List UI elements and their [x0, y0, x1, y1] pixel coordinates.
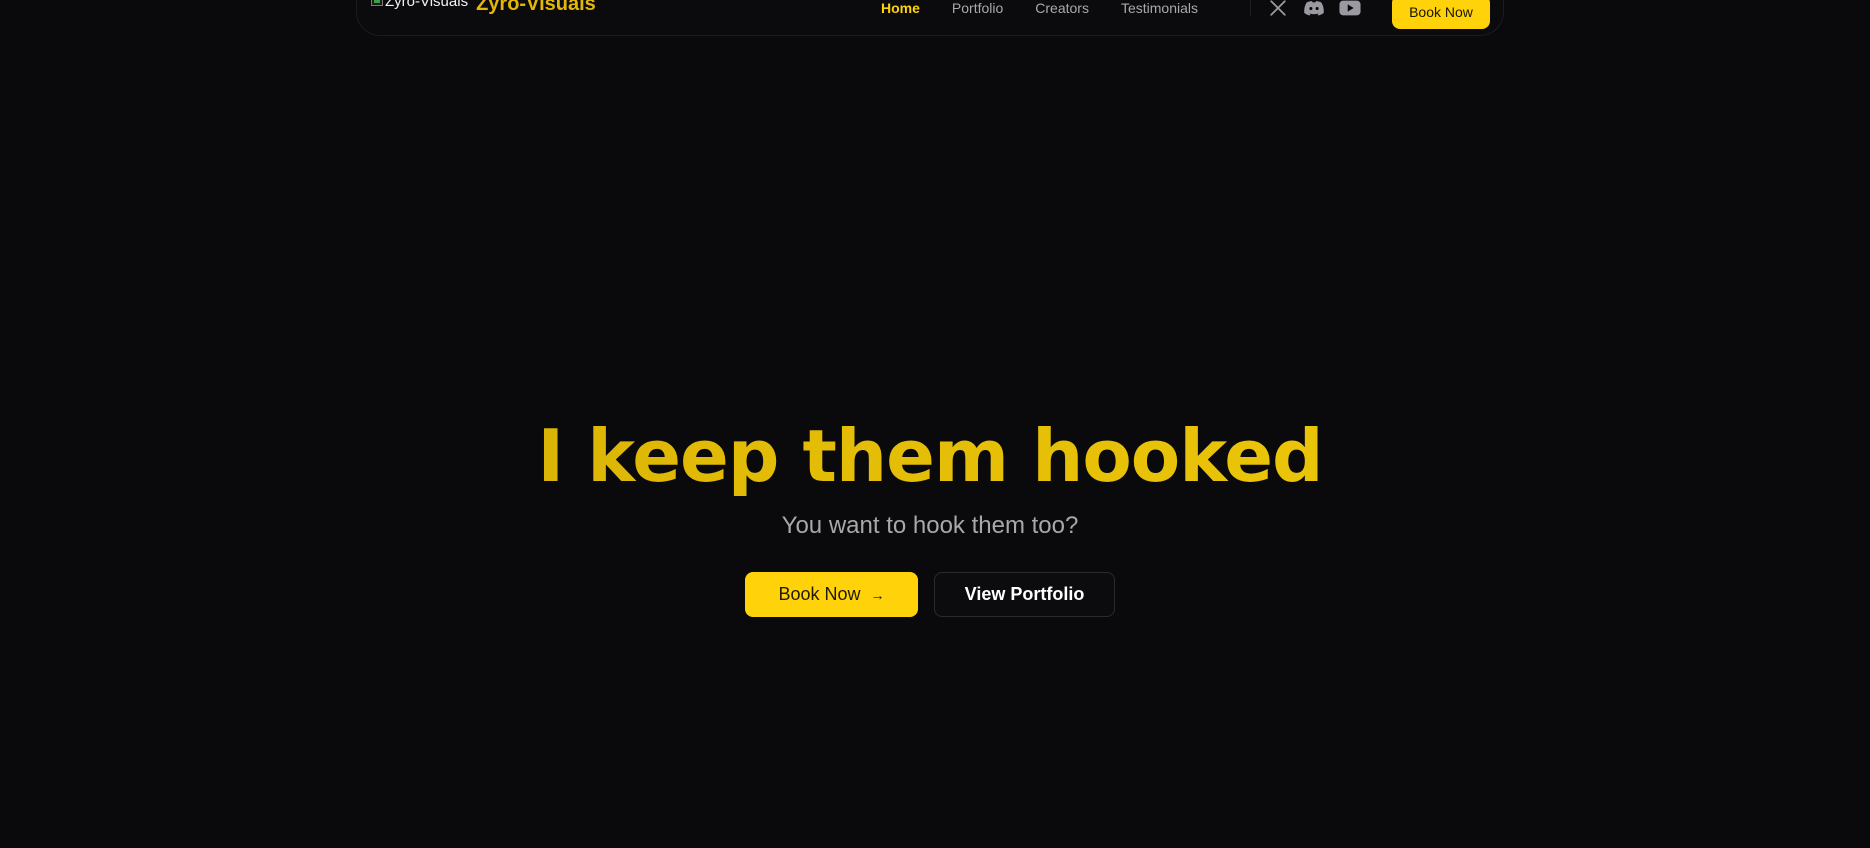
page: Zyro-Visuals Zyro-Visuals Home Portfolio… — [0, 0, 1870, 848]
broken-image-icon — [371, 0, 383, 6]
nav-link-home[interactable]: Home — [881, 0, 920, 16]
social-links — [1267, 0, 1361, 19]
book-now-button[interactable]: Book Now → — [745, 572, 918, 617]
nav-link-creators[interactable]: Creators — [1035, 0, 1089, 16]
navbar: Zyro-Visuals Zyro-Visuals Home Portfolio… — [356, 0, 1504, 36]
arrow-right-icon: → — [870, 586, 885, 603]
brand-logo-image: Zyro-Visuals — [371, 0, 468, 14]
discord-icon[interactable] — [1303, 0, 1325, 19]
nav-links: Home Portfolio Creators Testimonials — [881, 0, 1230, 16]
brand-logo-alt-text: Zyro-Visuals — [385, 0, 469, 10]
book-now-label: Book Now — [778, 584, 861, 604]
nav-link-testimonials[interactable]: Testimonials — [1121, 0, 1198, 16]
book-now-nav-button[interactable]: Book Now — [1392, 0, 1490, 29]
brand-name: Zyro-Visuals — [476, 0, 596, 15]
nav-divider — [1250, 0, 1251, 16]
hero-title: I keep them hooked — [0, 408, 1860, 504]
nav-link-portfolio[interactable]: Portfolio — [952, 0, 1003, 16]
hero-subtitle: You want to hook them too? — [781, 512, 1079, 539]
x-icon[interactable] — [1267, 0, 1289, 19]
brand-link[interactable]: Zyro-Visuals Zyro-Visuals — [371, 0, 596, 18]
view-portfolio-button[interactable]: View Portfolio — [934, 572, 1115, 617]
youtube-icon[interactable] — [1339, 0, 1361, 19]
hero-actions: Book Now → View Portfolio — [745, 572, 1115, 617]
